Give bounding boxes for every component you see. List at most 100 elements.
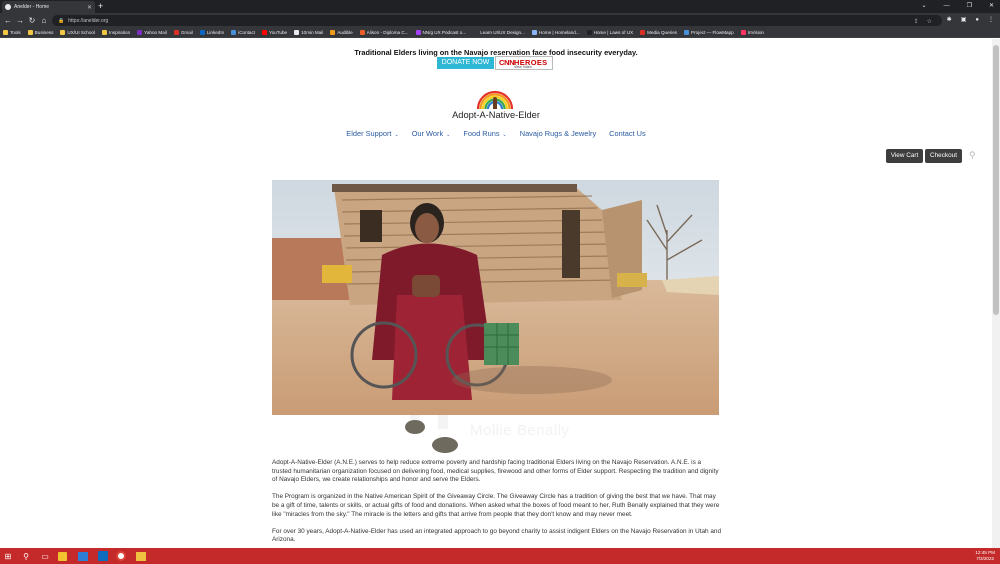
- bookmark-icon: [27, 30, 33, 35]
- windows-start-icon[interactable]: ⊞: [2, 550, 14, 562]
- checkout-button[interactable]: Checkout: [925, 149, 962, 163]
- profile-icon[interactable]: ●: [975, 15, 979, 26]
- browser-tab[interactable]: Anelder - Home ✕: [2, 1, 95, 13]
- bookmark-item[interactable]: Alison - Diploma C...: [359, 30, 409, 35]
- bookmark-item[interactable]: InVision: [740, 30, 764, 35]
- site-favicon-icon: [5, 4, 11, 10]
- bookmark-icon: [3, 30, 8, 35]
- hero-image: [272, 180, 719, 415]
- bookmark-label: Gmail: [180, 30, 193, 35]
- tab-close-icon[interactable]: ✕: [87, 4, 92, 11]
- browser-tab-bar: Anelder - Home ✕ + ⌄ — ❐ ✕: [0, 0, 1000, 13]
- home-icon[interactable]: ⌂: [38, 16, 50, 25]
- nav-item-label: Elder Support: [346, 129, 392, 138]
- chevron-down-icon: ⌄: [502, 132, 507, 138]
- nav-item-label: Food Runs: [463, 129, 500, 138]
- share-icon[interactable]: ⇪: [914, 17, 919, 28]
- extensions-icon[interactable]: ✱: [947, 15, 952, 26]
- view-video-text: View Video: [514, 65, 532, 69]
- bookmark-item[interactable]: iContact: [231, 30, 255, 35]
- bookmark-icon: [415, 30, 421, 35]
- forward-icon[interactable]: →: [14, 16, 26, 25]
- nav-item[interactable]: Navajo Rugs & Jewelry: [520, 129, 596, 138]
- bookmark-item[interactable]: Home | Laws of UX: [586, 30, 634, 35]
- bookmark-item[interactable]: Gmail: [173, 30, 193, 35]
- bookmark-label: Home | Homeland...: [538, 30, 580, 35]
- bookmark-item[interactable]: UX/UI School: [60, 30, 95, 35]
- intro-content: Adopt-A-Native-Elder (A.N.E.) serves to …: [272, 459, 722, 548]
- bookmark-icon: [586, 30, 592, 35]
- bookmark-item[interactable]: LinkedIn: [199, 30, 224, 35]
- sidebar-icon[interactable]: ▣: [961, 15, 967, 26]
- menu-icon[interactable]: ⋮: [988, 15, 994, 26]
- site-logo[interactable]: [476, 90, 514, 110]
- bookmark-label: NN/g UX Podcast o...: [422, 30, 467, 35]
- sticky-notes-icon[interactable]: [58, 552, 67, 561]
- bookmark-icon: [359, 30, 365, 35]
- bookmark-label: Audible: [337, 30, 353, 35]
- back-icon[interactable]: ←: [2, 16, 14, 25]
- bookmark-item[interactable]: Learn UI/UX Design...: [473, 30, 525, 35]
- bookmark-item[interactable]: Audible: [330, 30, 353, 35]
- bookmark-icon: [137, 30, 143, 35]
- nav-item[interactable]: Elder Support ⌄: [346, 129, 398, 138]
- scrollbar-thumb[interactable]: [993, 45, 999, 315]
- bookmark-label: InVision: [747, 30, 764, 35]
- tab-title: Anelder - Home: [14, 4, 50, 10]
- address-bar[interactable]: 🔒 https://anelder.org ⇪ ☆: [52, 15, 942, 26]
- taskbar-clock[interactable]: 12:45 PM 7/3/2022: [975, 550, 995, 562]
- bookmark-item[interactable]: Media Queries: [640, 30, 677, 35]
- minimize-icon[interactable]: —: [944, 1, 950, 12]
- bookmark-item[interactable]: Yahoo Mail: [137, 30, 167, 35]
- new-tab-icon[interactable]: +: [98, 1, 103, 12]
- bookmark-item[interactable]: Home | Homeland...: [531, 30, 580, 35]
- restore-icon[interactable]: ❐: [967, 1, 972, 12]
- chevron-down-icon: ⌄: [394, 132, 399, 138]
- nav-item[interactable]: Our Work ⌄: [412, 129, 451, 138]
- bookmark-label: Inspiration: [108, 30, 131, 35]
- bookmark-item[interactable]: NN/g UX Podcast o...: [415, 30, 467, 35]
- page-scrollbar[interactable]: [992, 39, 1000, 548]
- file-explorer-icon[interactable]: [136, 552, 146, 561]
- bookmark-label: Tools: [10, 30, 21, 35]
- donate-now-button[interactable]: DONATE NOW: [437, 57, 494, 69]
- star-icon[interactable]: ☆: [927, 17, 932, 28]
- windows-taskbar: ⊞ ⚲ ▭ 12:45 PM 7/3/2022: [0, 548, 1000, 564]
- bookmark-item[interactable]: Inspiration: [101, 30, 131, 35]
- site-title[interactable]: Adopt-A-Native-Elder: [0, 110, 992, 120]
- bookmark-icon: [173, 30, 179, 35]
- bookmark-item[interactable]: Project — FlowMapp: [684, 30, 734, 35]
- intro-paragraph-2: The Program is organized in the Native A…: [272, 493, 720, 518]
- nav-item-label: Navajo Rugs & Jewelry: [519, 129, 597, 138]
- bookmark-icon: [473, 30, 479, 35]
- mail-icon[interactable]: [78, 552, 88, 561]
- nav-item[interactable]: Food Runs ⌄: [463, 129, 506, 138]
- url-text: https://anelder.org: [68, 17, 109, 24]
- bookmark-item[interactable]: YouTube: [262, 30, 287, 35]
- bookmark-item[interactable]: Tools: [3, 30, 21, 35]
- close-icon[interactable]: ✕: [989, 1, 994, 12]
- taskbar-search-icon[interactable]: ⚲: [20, 550, 32, 562]
- reload-icon[interactable]: ↻: [26, 16, 38, 25]
- task-view-icon[interactable]: ▭: [39, 550, 51, 562]
- chevron-down-icon: ⌄: [446, 132, 451, 138]
- bookmark-label: iContact: [238, 30, 256, 35]
- bookmark-label: Home | Laws of UX: [593, 30, 634, 35]
- nav-item[interactable]: Contact Us: [609, 129, 646, 138]
- bookmark-icon: [199, 30, 205, 35]
- bookmark-icon: [60, 30, 66, 35]
- bookmark-label: Learn UI/UX Design...: [480, 30, 525, 35]
- bookmarks-bar: Tools Business UX/UI School Inspiration Yaho…: [0, 28, 1000, 38]
- bookmark-item[interactable]: 10min Mail: [294, 30, 323, 35]
- hero-caption-ghost: Mollie Benally: [470, 422, 570, 439]
- cnn-heroes-badge[interactable]: CNN HEROES View Video: [495, 56, 553, 70]
- bookmark-item[interactable]: Business: [27, 30, 53, 35]
- search-icon[interactable]: ⚲: [969, 150, 976, 161]
- bookmark-label: YouTube: [269, 30, 288, 35]
- chrome-icon[interactable]: [116, 551, 126, 561]
- outlook-icon[interactable]: [98, 551, 108, 561]
- view-cart-button[interactable]: View Cart: [886, 149, 923, 163]
- nav-item-label: Our Work: [411, 129, 444, 138]
- chevron-down-icon[interactable]: ⌄: [922, 1, 927, 12]
- lock-icon: 🔒: [58, 17, 65, 24]
